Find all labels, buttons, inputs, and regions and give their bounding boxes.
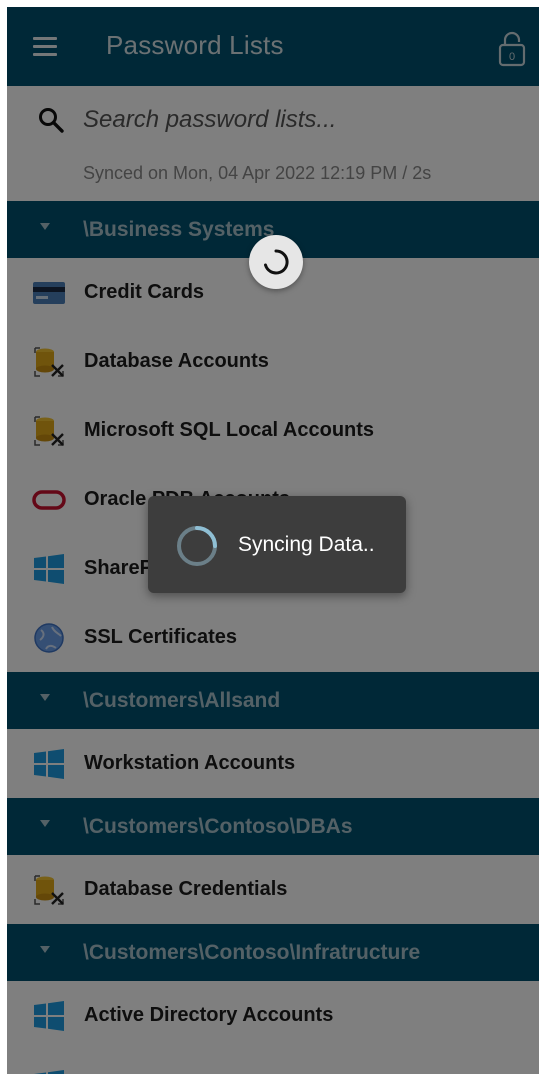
screen: Password Lists 0 Synced on Mon, 04 Apr 2… <box>7 7 539 1074</box>
refresh-spinner <box>249 235 303 289</box>
loading-spinner-icon <box>177 526 217 566</box>
spinner-icon <box>264 249 289 275</box>
dialog-message: Syncing Data.. <box>238 533 375 556</box>
syncing-dialog: Syncing Data.. <box>148 496 406 593</box>
